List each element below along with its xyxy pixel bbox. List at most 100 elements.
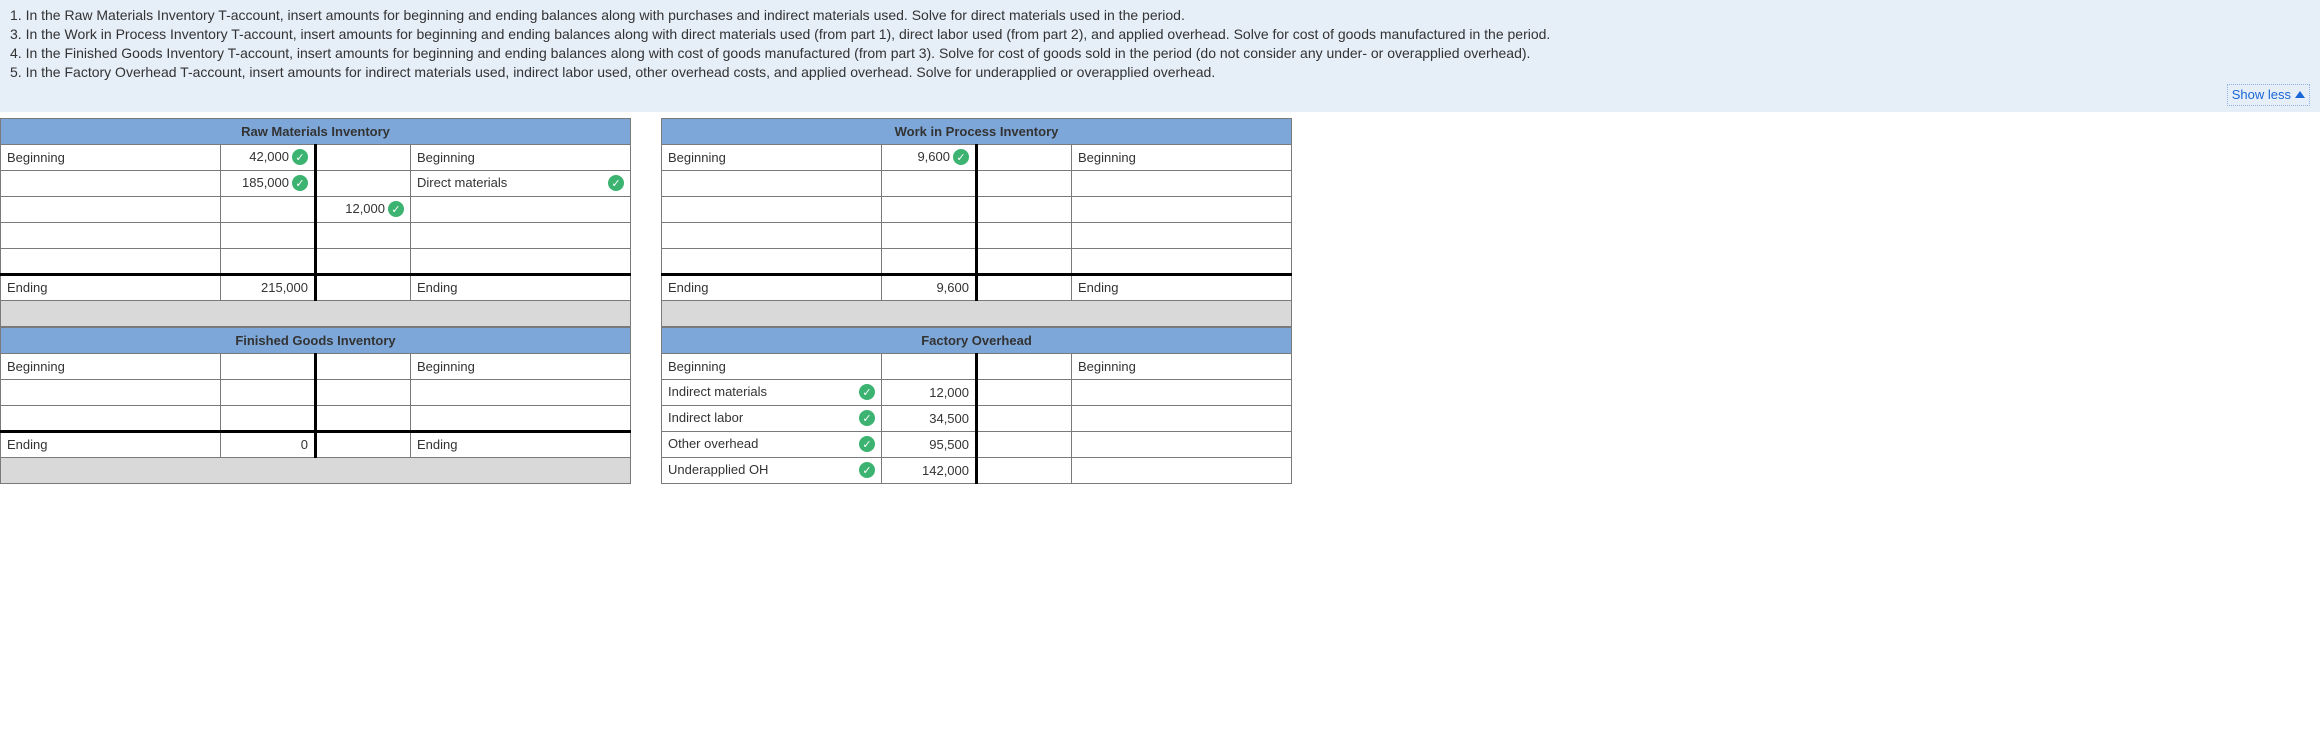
foh-r2-rval[interactable] xyxy=(977,379,1072,405)
raw-footer-shade xyxy=(1,300,631,326)
raw-r2-llabel[interactable] xyxy=(1,170,221,196)
raw-r2-lval[interactable]: 185,000✓ xyxy=(221,170,316,196)
wip-r5-rlabel[interactable] xyxy=(1072,248,1292,274)
foh-r4-rval[interactable] xyxy=(977,431,1072,457)
fg-r2-rlabel[interactable] xyxy=(411,379,631,405)
raw-r5-lval[interactable] xyxy=(221,248,316,274)
raw-r4-rval[interactable] xyxy=(316,222,411,248)
wip-t-account: Work in Process Inventory Beginning 9,60… xyxy=(661,118,1292,327)
fg-r1-rval[interactable] xyxy=(316,353,411,379)
foh-r1-rval[interactable] xyxy=(977,353,1072,379)
show-less-label: Show less xyxy=(2232,86,2291,104)
foh-r3-rlabel[interactable] xyxy=(1072,405,1292,431)
fg-end-rval xyxy=(316,431,411,457)
fg-r3-rval[interactable] xyxy=(316,405,411,431)
wip-end-llabel: Ending xyxy=(662,274,882,300)
show-less-toggle[interactable]: Show less xyxy=(2227,84,2310,106)
raw-end-llabel: Ending xyxy=(1,274,221,300)
fg-r2-rval[interactable] xyxy=(316,379,411,405)
wip-r3-rval[interactable] xyxy=(977,196,1072,222)
fg-r1-llabel[interactable]: Beginning xyxy=(1,353,221,379)
raw-end-lval: 215,000 xyxy=(221,274,316,300)
raw-r3-llabel[interactable] xyxy=(1,196,221,222)
foh-r5-llabel[interactable]: Underapplied OH✓ xyxy=(662,457,882,483)
wip-r4-rval[interactable] xyxy=(977,222,1072,248)
fg-r2-lval[interactable] xyxy=(221,379,316,405)
raw-r1-rval[interactable] xyxy=(316,144,411,170)
wip-r4-rlabel[interactable] xyxy=(1072,222,1292,248)
wip-r3-llabel[interactable] xyxy=(662,196,882,222)
raw-r3-rval[interactable]: 12,000✓ xyxy=(316,196,411,222)
wip-r1-lval[interactable]: 9,600✓ xyxy=(882,144,977,170)
fg-r2-llabel[interactable] xyxy=(1,379,221,405)
raw-r4-llabel[interactable] xyxy=(1,222,221,248)
foh-r3-rval[interactable] xyxy=(977,405,1072,431)
wip-r2-rlabel[interactable] xyxy=(1072,170,1292,196)
check-icon: ✓ xyxy=(292,175,308,191)
check-icon: ✓ xyxy=(953,149,969,165)
foh-r1-rlabel[interactable]: Beginning xyxy=(1072,353,1292,379)
raw-r4-lval[interactable] xyxy=(221,222,316,248)
foh-r5-lval[interactable]: 142,000 xyxy=(882,457,977,483)
wip-r1-rval[interactable] xyxy=(977,144,1072,170)
instruction-5: 5. In the Factory Overhead T-account, in… xyxy=(10,63,2310,82)
raw-r1-rlabel[interactable]: Beginning xyxy=(411,144,631,170)
wip-r5-rval[interactable] xyxy=(977,248,1072,274)
wip-r3-rlabel[interactable] xyxy=(1072,196,1292,222)
foh-r5-rlabel[interactable] xyxy=(1072,457,1292,483)
foh-r1-lval[interactable] xyxy=(882,353,977,379)
raw-end-rval xyxy=(316,274,411,300)
raw-r4-rlabel[interactable] xyxy=(411,222,631,248)
fg-r3-rlabel[interactable] xyxy=(411,405,631,431)
fg-title: Finished Goods Inventory xyxy=(1,327,631,353)
fg-end-llabel: Ending xyxy=(1,431,221,457)
raw-r1-llabel[interactable]: Beginning xyxy=(1,144,221,170)
foh-r3-llabel[interactable]: Indirect labor✓ xyxy=(662,405,882,431)
wip-r3-lval[interactable] xyxy=(882,196,977,222)
finished-goods-t-account: Finished Goods Inventory Beginning Begin… xyxy=(0,327,631,484)
foh-title: Factory Overhead xyxy=(662,327,1292,353)
check-icon: ✓ xyxy=(859,410,875,426)
wip-footer-shade xyxy=(662,300,1292,326)
wip-r2-rval[interactable] xyxy=(977,170,1072,196)
raw-r3-rlabel[interactable] xyxy=(411,196,631,222)
foh-r4-lval[interactable]: 95,500 xyxy=(882,431,977,457)
instruction-1: 1. In the Raw Materials Inventory T-acco… xyxy=(10,6,2310,25)
wip-r2-lval[interactable] xyxy=(882,170,977,196)
wip-r4-lval[interactable] xyxy=(882,222,977,248)
wip-end-rlabel: Ending xyxy=(1072,274,1292,300)
wip-r2-llabel[interactable] xyxy=(662,170,882,196)
check-icon: ✓ xyxy=(859,436,875,452)
foh-r2-lval[interactable]: 12,000 xyxy=(882,379,977,405)
raw-r5-llabel[interactable] xyxy=(1,248,221,274)
foh-r4-llabel[interactable]: Other overhead✓ xyxy=(662,431,882,457)
foh-r3-lval[interactable]: 34,500 xyxy=(882,405,977,431)
wip-r5-lval[interactable] xyxy=(882,248,977,274)
fg-r3-llabel[interactable] xyxy=(1,405,221,431)
foh-r2-llabel[interactable]: Indirect materials✓ xyxy=(662,379,882,405)
wip-r1-llabel[interactable]: Beginning xyxy=(662,144,882,170)
check-icon: ✓ xyxy=(859,384,875,400)
raw-materials-t-account: Raw Materials Inventory Beginning 42,000… xyxy=(0,118,631,327)
fg-footer-shade xyxy=(1,457,631,483)
wip-r5-llabel[interactable] xyxy=(662,248,882,274)
foh-r1-llabel[interactable]: Beginning xyxy=(662,353,882,379)
fg-r1-lval[interactable] xyxy=(221,353,316,379)
raw-r2-rval[interactable] xyxy=(316,170,411,196)
raw-r5-rlabel[interactable] xyxy=(411,248,631,274)
foh-r4-rlabel[interactable] xyxy=(1072,431,1292,457)
raw-r5-rval[interactable] xyxy=(316,248,411,274)
check-icon: ✓ xyxy=(608,175,624,191)
foh-r2-rlabel[interactable] xyxy=(1072,379,1292,405)
fg-r1-rlabel[interactable]: Beginning xyxy=(411,353,631,379)
check-icon: ✓ xyxy=(859,462,875,478)
raw-r3-lval[interactable] xyxy=(221,196,316,222)
check-icon: ✓ xyxy=(292,149,308,165)
wip-r1-rlabel[interactable]: Beginning xyxy=(1072,144,1292,170)
raw-r1-lval[interactable]: 42,000✓ xyxy=(221,144,316,170)
wip-r4-llabel[interactable] xyxy=(662,222,882,248)
raw-r2-rlabel[interactable]: Direct materials✓ xyxy=(411,170,631,196)
foh-r5-rval[interactable] xyxy=(977,457,1072,483)
fg-r3-lval[interactable] xyxy=(221,405,316,431)
wip-title: Work in Process Inventory xyxy=(662,118,1292,144)
